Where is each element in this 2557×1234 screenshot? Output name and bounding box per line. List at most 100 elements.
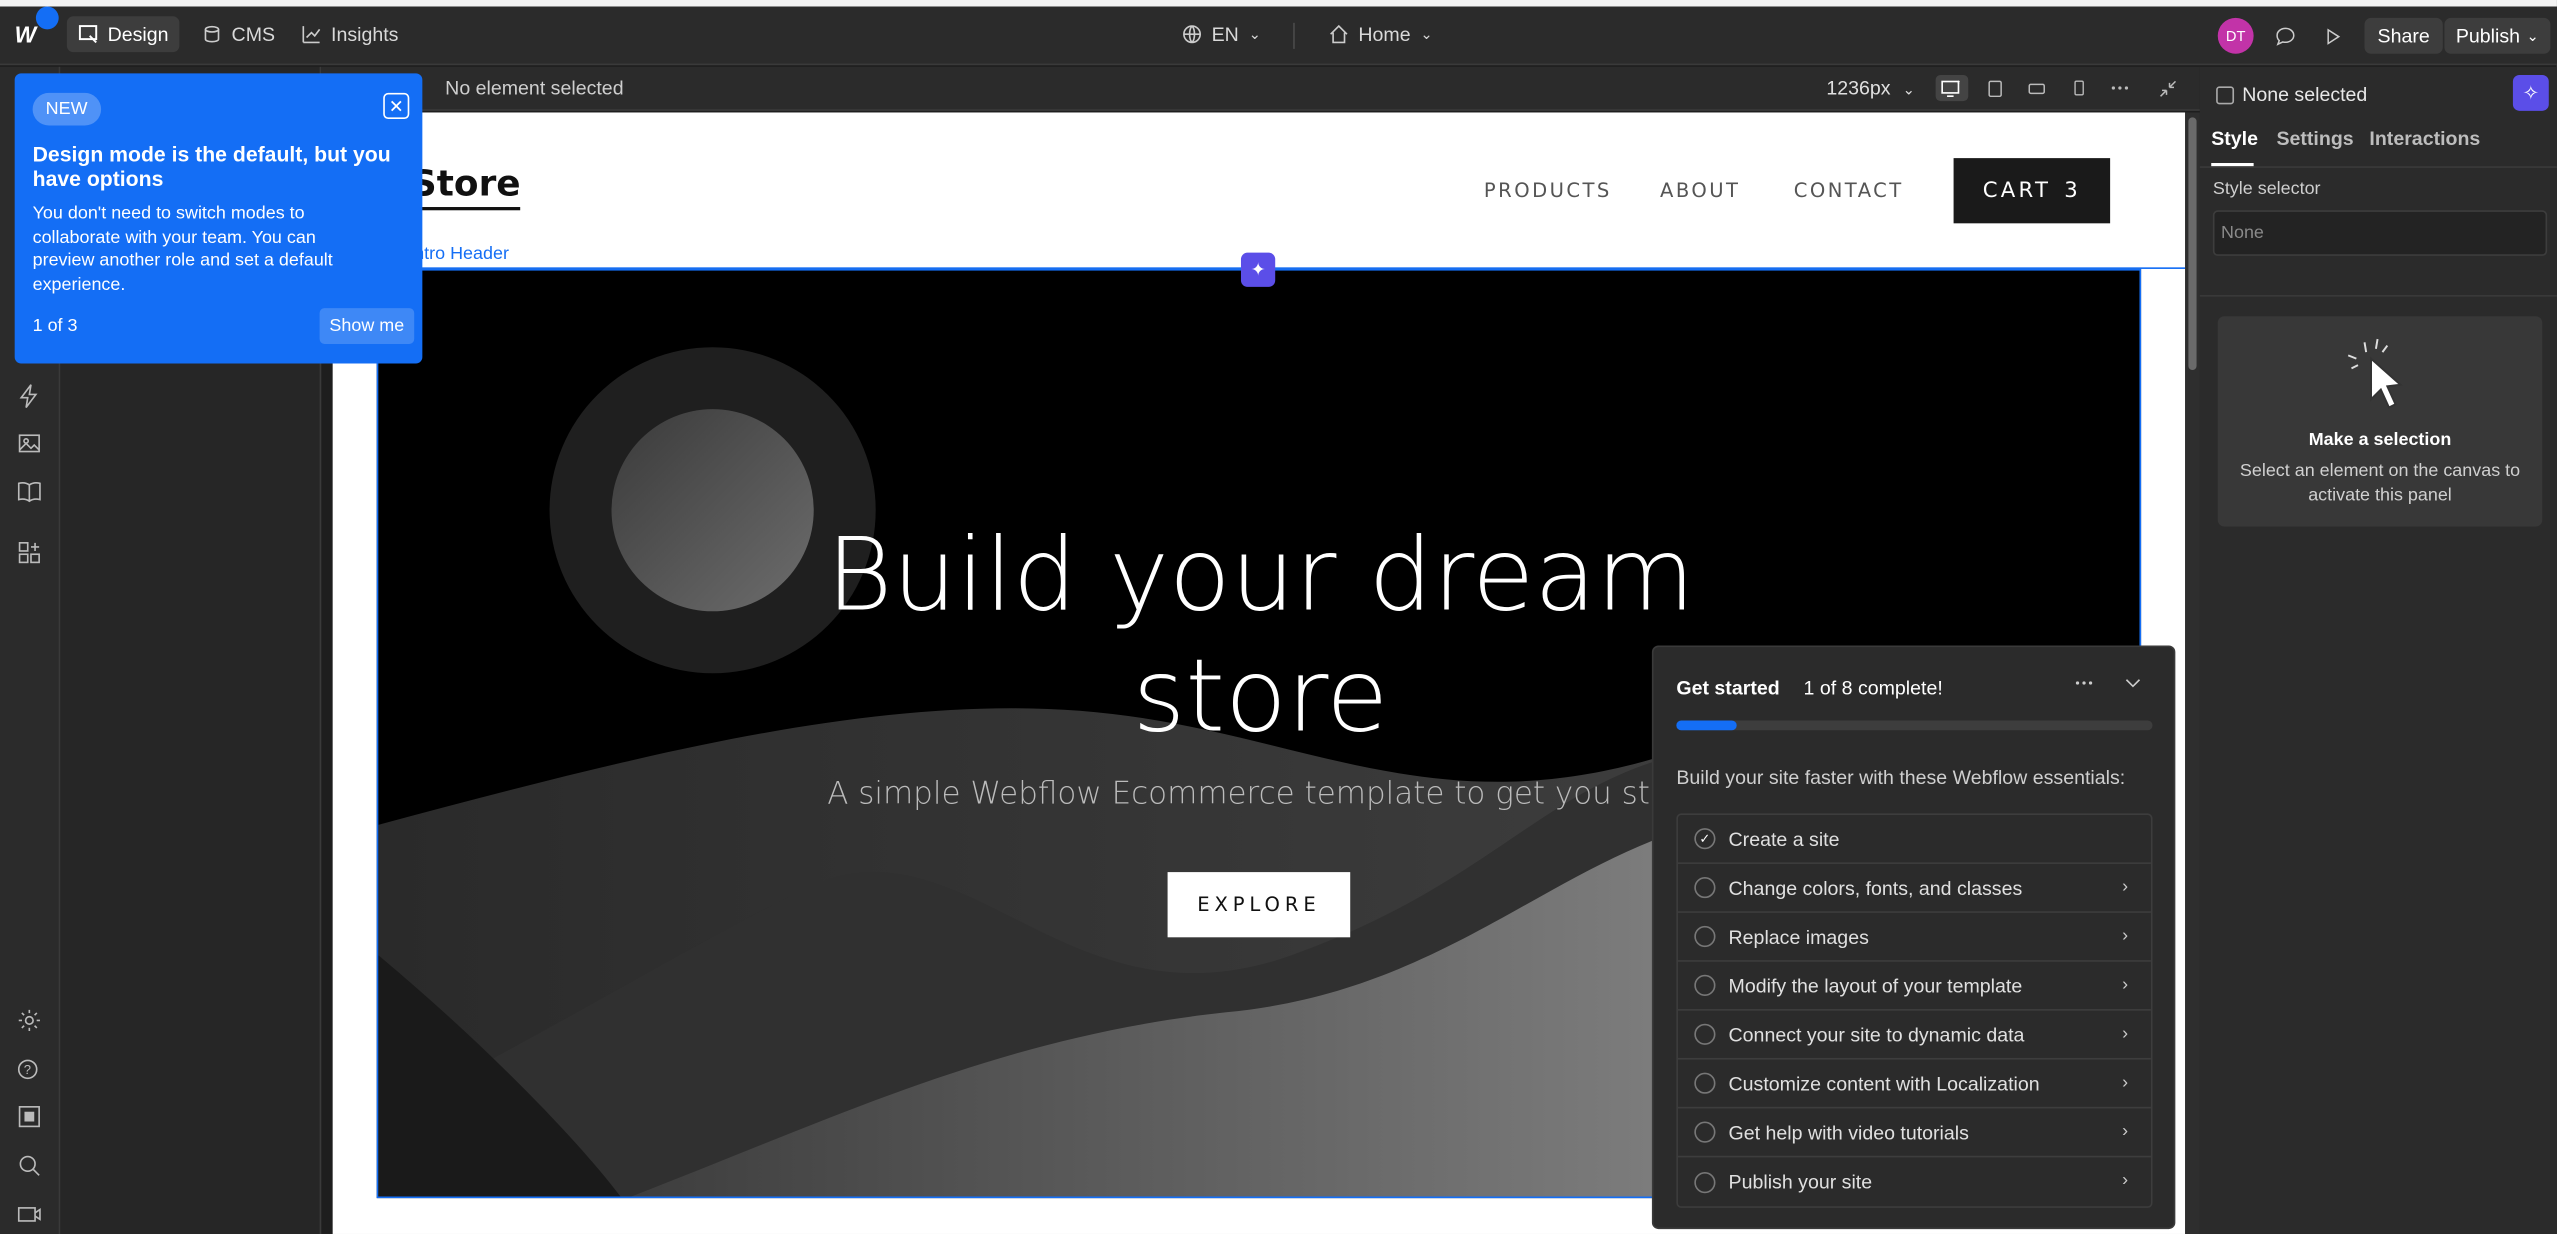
chevron-right-icon: › [2122, 1072, 2129, 1093]
database-icon [204, 25, 220, 43]
publish-label: Publish [2455, 24, 2521, 48]
chevron-right-icon: › [2122, 1023, 2129, 1044]
nav-link-contact[interactable]: CONTACT [1794, 179, 1904, 202]
cms-mode-button[interactable]: CMS [191, 16, 287, 52]
checklist-item-label: Replace images [1728, 925, 1869, 948]
ai-assistant-sparkle-icon[interactable]: ✧ [2512, 74, 2549, 111]
chevron-down-icon[interactable] [2123, 672, 2143, 701]
chevron-right-icon: › [2122, 1121, 2129, 1142]
selection-checkbox[interactable] [2216, 86, 2235, 105]
get-started-title: Get started [1676, 676, 1780, 700]
mobile-portrait-breakpoint-icon[interactable] [2063, 75, 2096, 101]
get-started-progress-bar [1676, 720, 2153, 731]
tooltip-body: You don't need to switch modes to collab… [32, 203, 333, 295]
checklist-item[interactable]: Connect your site to dynamic data › [1677, 1011, 2151, 1060]
globe-icon [1183, 25, 1202, 44]
checklist-item-label: Publish your site [1728, 1170, 1873, 1194]
collapse-arrows-icon[interactable] [2151, 75, 2184, 101]
checklist-item-label: Connect your site to dynamic data [1728, 1022, 2025, 1046]
mobile-landscape-breakpoint-icon[interactable] [2020, 75, 2053, 101]
interactions-bolt-icon[interactable] [15, 381, 44, 410]
empty-selection-text: Select an element on the canvas to activ… [2239, 461, 2521, 506]
checklist-item-label: Modify the layout of your template [1728, 973, 2023, 997]
cms-label: CMS [231, 22, 276, 46]
chevron-right-icon: › [2122, 876, 2129, 897]
style-selector-input[interactable]: None [2212, 210, 2548, 256]
cart-label: CART [1982, 178, 2052, 203]
chevron-down-icon: ⌄ [1248, 25, 1261, 42]
check-circle-icon: ✓ [1694, 828, 1716, 850]
checklist-item[interactable]: Get help with video tutorials › [1677, 1108, 2151, 1158]
more-options-icon[interactable] [2074, 672, 2094, 701]
checklist-item[interactable]: ✓ Create a site [1677, 815, 2151, 864]
close-icon[interactable]: ✕ [383, 92, 410, 119]
home-icon [1330, 24, 1348, 44]
get-started-panel: Get started 1 of 8 complete! Build your … [1651, 645, 2176, 1230]
tablet-breakpoint-icon[interactable] [1978, 75, 2011, 101]
settings-gear-icon[interactable] [15, 1006, 44, 1035]
help-icon[interactable]: ? [15, 1053, 44, 1082]
nav-link-about[interactable]: ABOUT [1660, 179, 1740, 202]
selection-label: None selected [2242, 83, 2368, 106]
chevron-down-icon: ⌄ [1420, 25, 1433, 42]
checklist-item-label: Get help with video tutorials [1728, 1120, 1969, 1144]
tab-style[interactable]: Style [2211, 127, 2258, 150]
stop-square-icon[interactable] [15, 1102, 44, 1131]
selection-status: No element selected [445, 76, 624, 100]
empty-circle-icon [1694, 1023, 1716, 1045]
progress-fill [1676, 720, 1736, 731]
user-avatar[interactable]: DT [2217, 17, 2254, 54]
search-icon[interactable] [15, 1151, 44, 1180]
design-label: Design [107, 22, 169, 46]
nav-link-products[interactable]: PRODUCTS [1484, 179, 1612, 202]
video-icon[interactable] [15, 1200, 44, 1229]
element-label: ntro Header [414, 244, 509, 265]
hero-title-line-1: Build your dream [826, 515, 1695, 635]
checklist-item[interactable]: Modify the layout of your template › [1677, 962, 2151, 1011]
ai-sparkle-icon[interactable]: ✦ [1240, 252, 1276, 287]
empty-circle-icon [1694, 1121, 1716, 1143]
design-mode-button[interactable]: Design [66, 16, 180, 53]
empty-circle-icon [1694, 1072, 1716, 1094]
svg-text:?: ? [24, 1062, 31, 1077]
checklist-item[interactable]: Change colors, fonts, and classes › [1677, 864, 2151, 913]
tooltip-title: Design mode is the default, but you have… [32, 141, 391, 191]
empty-selection-card: Make a selection Select an element on th… [2217, 316, 2543, 527]
more-options-icon[interactable] [2104, 75, 2137, 101]
webflow-logo-icon[interactable]: W [15, 21, 37, 47]
checklist-item[interactable]: Replace images › [1677, 913, 2151, 962]
chevron-right-icon: › [2122, 925, 2129, 946]
checklist: ✓ Create a site Change colors, fonts, and … [1676, 813, 2153, 1208]
language-switcher[interactable]: EN ⌄ [1171, 16, 1272, 52]
empty-circle-icon [1694, 925, 1716, 948]
tab-interactions[interactable]: Interactions [2369, 127, 2480, 150]
style-selector-label: Style selector [2212, 179, 2321, 199]
insights-mode-button[interactable]: Insights [290, 16, 410, 52]
page-switcher[interactable]: Home ⌄ [1318, 16, 1444, 52]
notification-dot [35, 6, 59, 30]
canvas-width-dropdown[interactable]: 1236px ⌄ [1826, 77, 1914, 100]
desktop-breakpoint-icon[interactable]: * [1935, 74, 1969, 102]
apps-grid-icon[interactable] [15, 538, 44, 567]
publish-button[interactable]: Publish ⌄ [2444, 17, 2551, 54]
share-button[interactable]: Share [2364, 17, 2443, 54]
show-me-button[interactable]: Show me [319, 308, 414, 344]
comments-icon[interactable] [2267, 18, 2303, 54]
canvas-scroll-thumb[interactable] [2188, 117, 2197, 371]
checklist-item-label: Change colors, fonts, and classes [1728, 876, 2023, 900]
empty-circle-icon [1694, 876, 1716, 899]
checklist-item-label: Create a site [1728, 827, 1840, 851]
assets-image-icon[interactable] [15, 429, 44, 458]
explore-button[interactable]: EXPLORE [1167, 872, 1351, 938]
tab-settings[interactable]: Settings [2276, 127, 2353, 150]
get-started-subtitle: Build your site faster with these Webflo… [1676, 766, 2126, 789]
preview-play-icon[interactable] [2314, 18, 2350, 54]
cart-button[interactable]: CART 3 [1953, 158, 2111, 224]
insights-label: Insights [331, 22, 399, 46]
checklist-item[interactable]: Customize content with Localization › [1677, 1060, 2151, 1109]
chevron-down-icon: ⌄ [1902, 81, 1915, 98]
chevron-down-icon: ⌄ [2526, 26, 2539, 44]
checklist-item[interactable]: Publish your site › [1678, 1157, 2151, 1206]
pages-book-icon[interactable] [15, 478, 44, 507]
site-brand-logo[interactable]: Store [410, 165, 521, 211]
